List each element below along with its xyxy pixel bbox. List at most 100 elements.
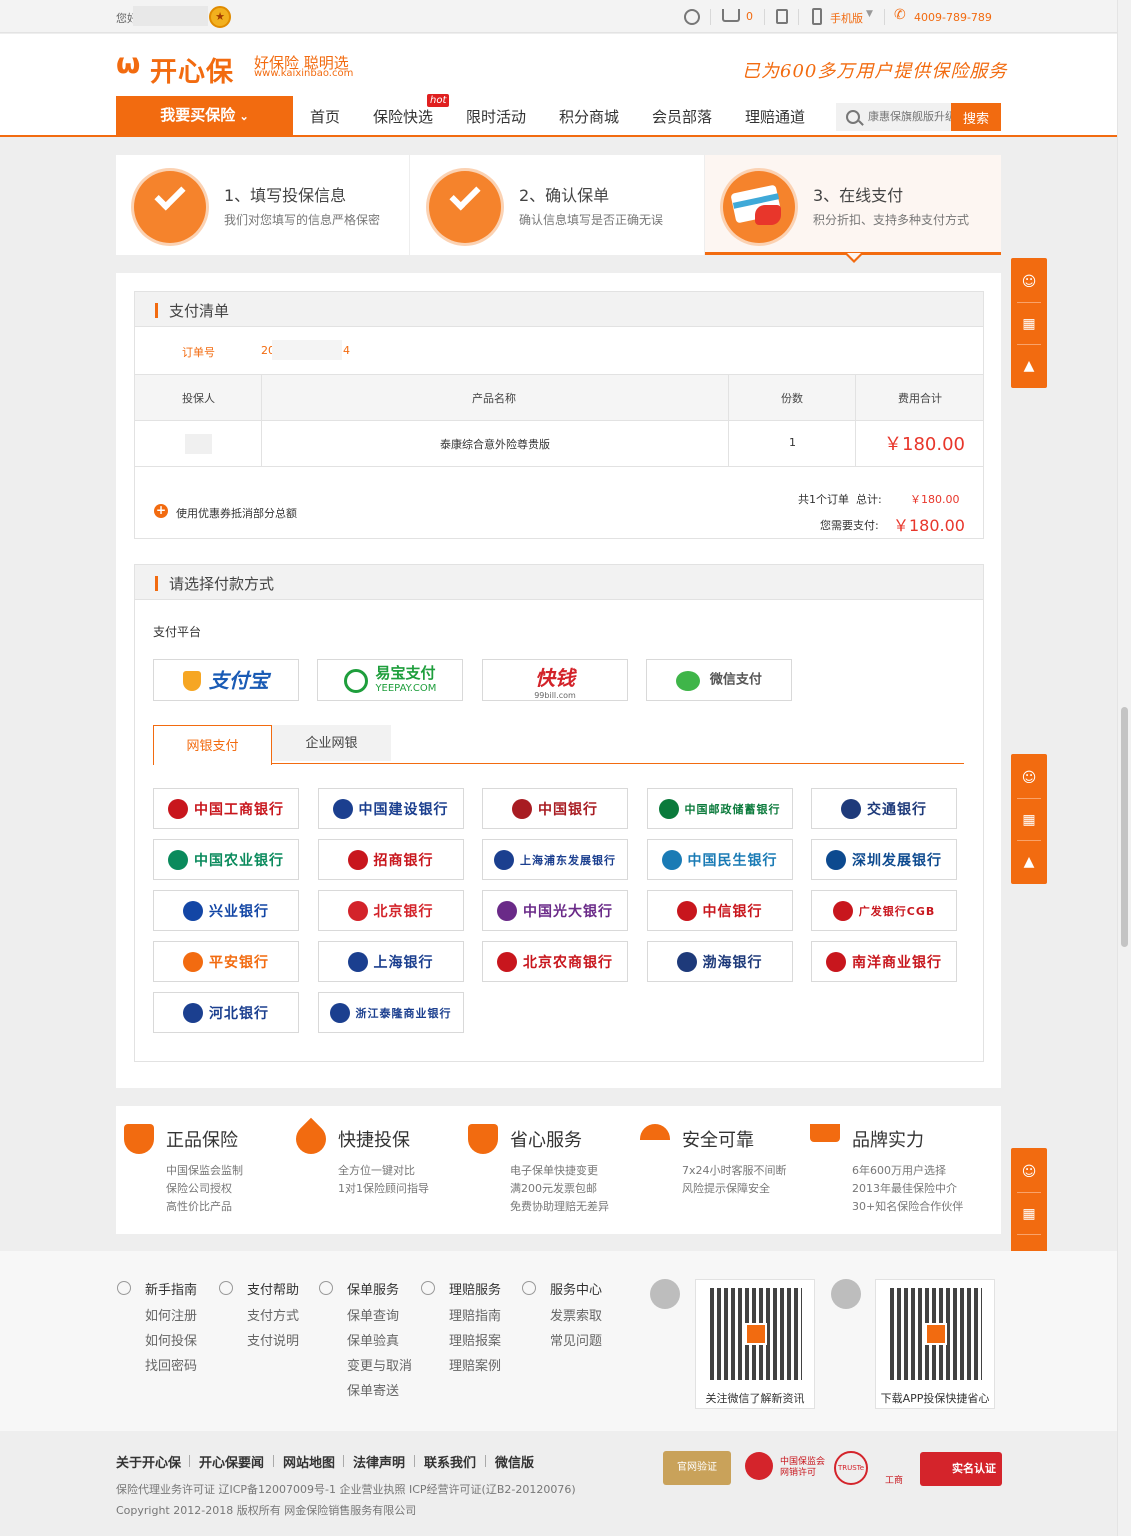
feature-line: 6年600万用户选择: [852, 1164, 946, 1177]
bank-option[interactable]: 中国工商银行: [153, 788, 299, 829]
customer-service-icon[interactable]: ☺: [1021, 1164, 1037, 1180]
back-to-top-icon[interactable]: ▲: [1021, 854, 1037, 870]
bank-name: 中国工商银行: [194, 801, 284, 818]
nav-member-tribe[interactable]: 会员部落: [652, 106, 712, 127]
user-icon[interactable]: [684, 9, 700, 25]
product-name-cell: 泰康综合意外险尊贵版: [440, 438, 550, 451]
mobile-version-link[interactable]: 手机版: [830, 10, 863, 26]
bottom-link[interactable]: 法律声明: [353, 1452, 405, 1471]
bottom-link[interactable]: 关于开心保: [116, 1452, 181, 1471]
umbrella-icon: [421, 1281, 435, 1295]
footer-link[interactable]: 支付方式: [247, 1305, 299, 1324]
step-3-subtitle: 积分折扣、支持多种支付方式: [813, 213, 970, 227]
footer-link[interactable]: 变更与取消: [347, 1355, 412, 1374]
payment-list-header: 支付清单: [134, 291, 984, 327]
bank-option[interactable]: 兴业银行: [153, 890, 299, 931]
bottom-link[interactable]: 微信版: [495, 1452, 534, 1471]
bank-option[interactable]: 渤海银行: [646, 941, 793, 982]
alipay-option[interactable]: 支付宝: [153, 659, 299, 701]
bank-option[interactable]: 招商银行: [317, 839, 464, 880]
nav-claims[interactable]: 理赔通道: [745, 106, 805, 127]
tab-online-banking[interactable]: 网银支付: [153, 725, 272, 765]
quantity-cell: 1: [789, 436, 796, 449]
mobile-icon[interactable]: [812, 8, 822, 25]
customer-service-icon[interactable]: ☺: [1021, 770, 1037, 786]
bank-option[interactable]: 广发银行CGB: [811, 890, 957, 931]
buy-insurance-button[interactable]: 我要买保险 ⌄: [116, 96, 293, 136]
wechat-qr-box: 关注微信了解新资讯: [695, 1279, 815, 1409]
qr-code-icon[interactable]: ▦: [1021, 812, 1037, 828]
bottom-link[interactable]: 联系我们: [424, 1452, 476, 1471]
scrollbar-thumb[interactable]: [1121, 707, 1128, 947]
footer-link[interactable]: 常见问题: [550, 1330, 602, 1349]
order-number-value-end: 4: [343, 344, 350, 357]
footer-link[interactable]: 理赔报案: [449, 1330, 501, 1349]
logo-name[interactable]: 开心保: [150, 50, 234, 89]
footer-link[interactable]: 支付说明: [247, 1330, 299, 1349]
footer-link[interactable]: 发票索取: [550, 1305, 602, 1324]
bottom-link[interactable]: 网站地图: [283, 1452, 335, 1471]
bank-option[interactable]: 交通银行: [811, 788, 957, 829]
step-3-card-payment-icon: [723, 171, 795, 243]
nav-points-mall[interactable]: 积分商城: [559, 106, 619, 127]
bank-option[interactable]: 中国银行: [482, 788, 628, 829]
official-verified-badge[interactable]: 官网验证: [663, 1451, 731, 1485]
nav-quick-select[interactable]: 保险快选: [373, 106, 433, 127]
bank-name: 中国农业银行: [194, 852, 284, 869]
circ-license-badge[interactable]: 中国保监会网销许可: [780, 1457, 828, 1479]
footer-link[interactable]: 理赔案例: [449, 1355, 501, 1374]
bank-option[interactable]: 中国建设银行: [317, 788, 464, 829]
truste-badge[interactable]: TRUSTe: [834, 1451, 868, 1485]
bank-option[interactable]: 深圳发展银行: [811, 839, 957, 880]
real-name-verified-badge[interactable]: 实名认证: [920, 1452, 1002, 1486]
bank-option[interactable]: 河北银行: [153, 992, 299, 1033]
yeepay-label: 易宝支付: [375, 663, 436, 682]
customer-service-icon[interactable]: ☺: [1021, 274, 1037, 290]
bank-option[interactable]: 浙江泰隆商业银行: [317, 992, 464, 1033]
logo-smile-icon[interactable]: ω: [116, 50, 152, 78]
bank-option[interactable]: 平安银行: [153, 941, 299, 982]
use-coupon-link[interactable]: 使用优惠券抵消部分总额: [176, 505, 297, 521]
bank-option[interactable]: 北京农商银行: [482, 941, 628, 982]
wechat-icon: [676, 670, 701, 691]
bank-option[interactable]: 上海银行: [317, 941, 464, 982]
bank-name: 上海浦东发展银行: [520, 853, 616, 867]
search-button[interactable]: 搜索: [951, 103, 1001, 131]
tab-corporate-banking[interactable]: 企业网银: [272, 725, 391, 761]
qr-code-icon[interactable]: ▦: [1021, 316, 1037, 332]
add-coupon-icon[interactable]: +: [154, 504, 168, 518]
nav-limited-offers[interactable]: 限时活动: [466, 106, 526, 127]
footer-link[interactable]: 保单寄送: [347, 1380, 399, 1399]
footer-link[interactable]: 理赔指南: [449, 1305, 501, 1324]
bank-option[interactable]: 中国邮政储蓄银行: [646, 788, 793, 829]
bank-option[interactable]: 中国民生银行: [646, 839, 793, 880]
footer-link[interactable]: 如何注册: [145, 1305, 197, 1324]
bank-option[interactable]: 中国光大银行: [482, 890, 628, 931]
bottom-link[interactable]: 开心保要闻: [199, 1452, 264, 1471]
qr-logo-icon: [745, 1323, 767, 1345]
yeepay-option[interactable]: 易宝支付 YEEPAY.COM: [317, 659, 463, 701]
back-to-top-icon[interactable]: ▲: [1021, 358, 1037, 374]
nav-home[interactable]: 首页: [310, 106, 340, 127]
commerce-badge[interactable]: 工商: [880, 1451, 908, 1486]
bank-option[interactable]: 中信银行: [646, 890, 793, 931]
bank-option[interactable]: 北京银行: [317, 890, 464, 931]
footer-link[interactable]: 保单查询: [347, 1305, 399, 1324]
cart-count[interactable]: 0: [746, 10, 753, 23]
column-header-insured: 投保人: [182, 392, 215, 405]
bank-logo-icon: [497, 900, 517, 921]
qr-code-icon[interactable]: ▦: [1021, 1206, 1037, 1222]
wechat-pay-option[interactable]: 微信支付: [646, 659, 792, 701]
footer-link[interactable]: 如何投保: [145, 1330, 197, 1349]
order-icon[interactable]: [776, 9, 788, 24]
footer-link[interactable]: 找回密码: [145, 1355, 197, 1374]
bank-option[interactable]: 上海浦东发展银行: [482, 839, 628, 880]
header-claim: 已为600多万用户提供保险服务: [742, 61, 1008, 82]
bank-option[interactable]: 南洋商业银行: [811, 941, 957, 982]
bank-logo-icon: [826, 951, 846, 972]
cart-icon[interactable]: [722, 9, 740, 22]
99bill-option[interactable]: 快钱 99bill.com: [482, 659, 628, 701]
amount-due-value: ￥180.00: [893, 516, 965, 535]
bank-option[interactable]: 中国农业银行: [153, 839, 299, 880]
footer-link[interactable]: 保单验真: [347, 1330, 399, 1349]
